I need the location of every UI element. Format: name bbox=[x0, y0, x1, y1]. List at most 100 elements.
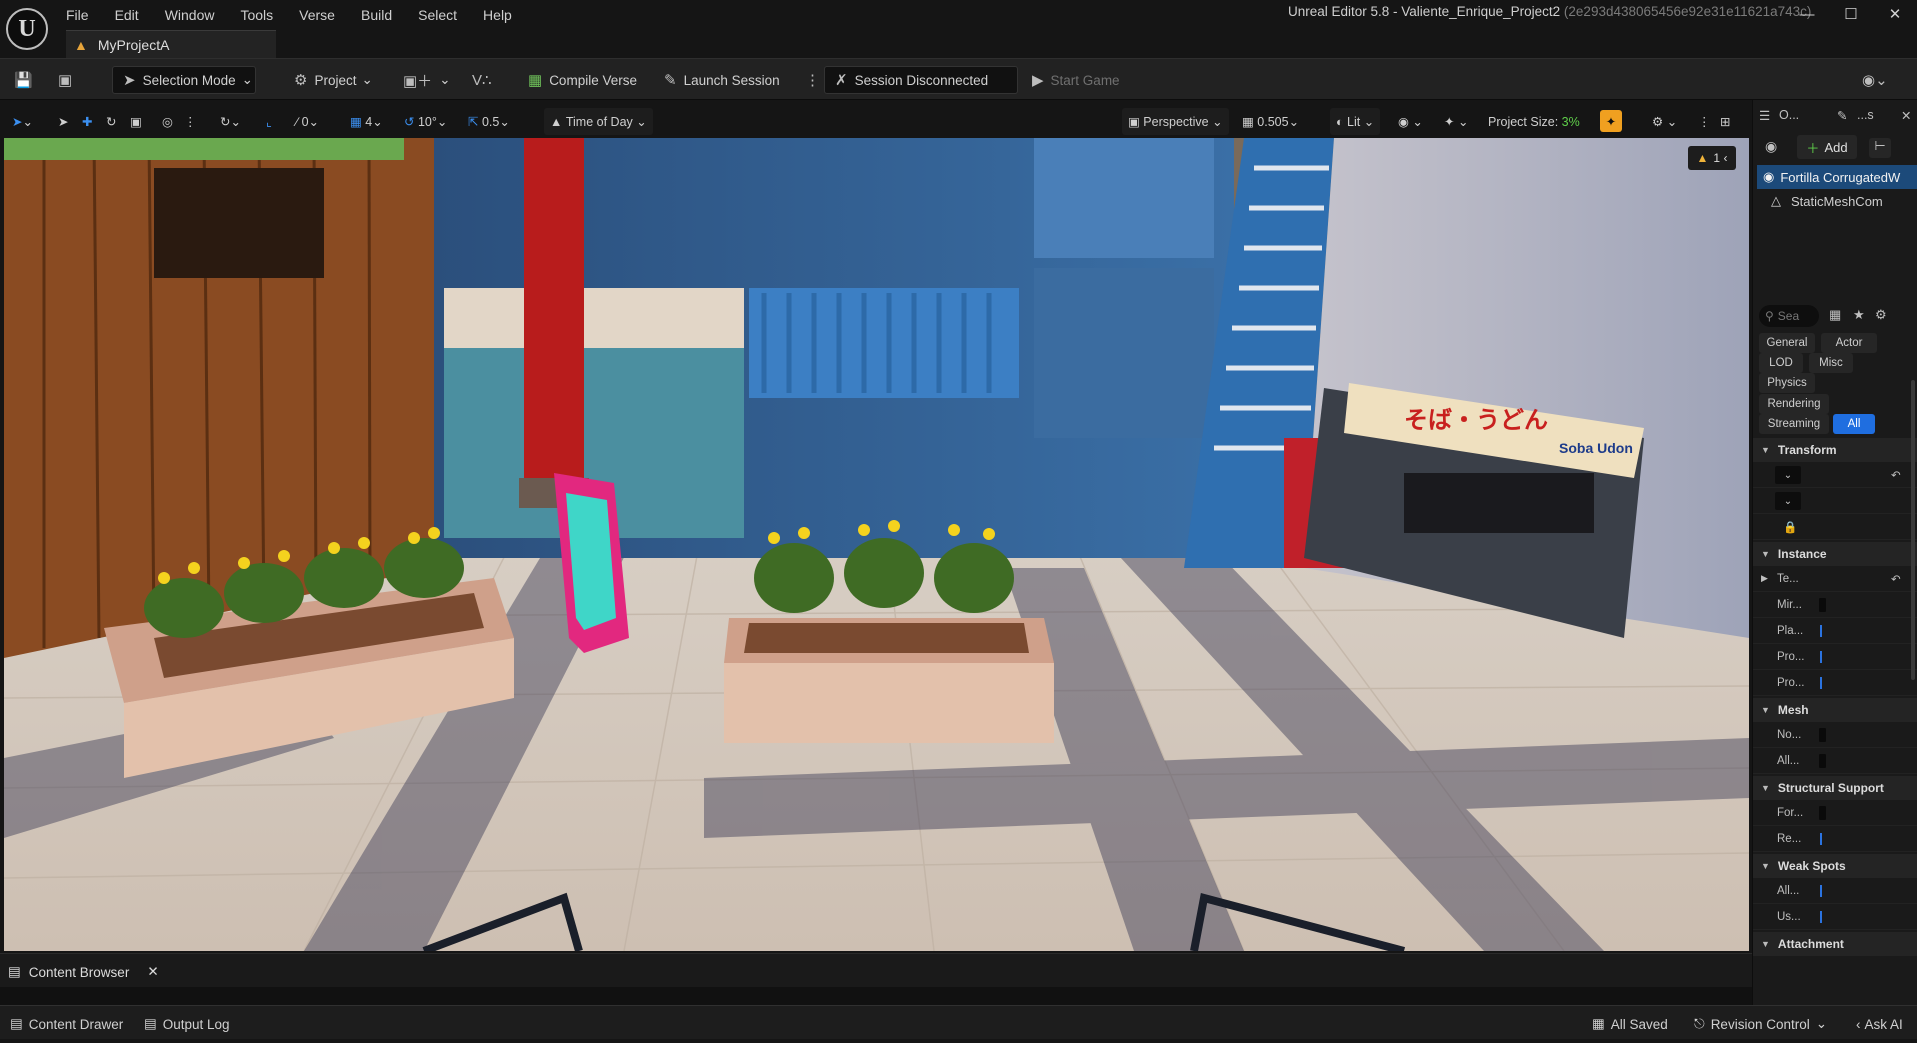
tree-item-component[interactable]: △ StaticMeshCom bbox=[1757, 190, 1917, 212]
multiplayer-icon[interactable]: ◉⌄ bbox=[1862, 66, 1895, 94]
filter-lod[interactable]: LOD bbox=[1759, 353, 1803, 373]
menu-build[interactable]: Build bbox=[361, 7, 392, 23]
details-search-input[interactable]: ⚲ Sea bbox=[1759, 305, 1819, 327]
level-viewport[interactable]: そば・うどん Soba Udon bbox=[4, 138, 1749, 951]
close-tab-icon[interactable]: ✕ bbox=[147, 964, 158, 980]
tree-item-actor[interactable]: ◉ Fortilla CorrugatedW bbox=[1757, 165, 1917, 189]
rotate-tool-icon[interactable]: ↻ bbox=[106, 108, 116, 135]
snap-icon[interactable]: ⌞ bbox=[266, 108, 272, 135]
rotation-dropdown[interactable]: ⌄ bbox=[1775, 492, 1801, 510]
close-panel-icon[interactable]: ✕ bbox=[1901, 108, 1911, 123]
unreal-logo-icon[interactable]: U bbox=[6, 8, 48, 50]
close-icon[interactable]: ✕ bbox=[1873, 5, 1917, 23]
reset-icon[interactable]: ↶ bbox=[1891, 572, 1901, 586]
surface-snap-dropdown[interactable]: ↻⌄ bbox=[220, 108, 241, 135]
menu-file[interactable]: File bbox=[66, 7, 89, 23]
filter-rendering[interactable]: Rendering bbox=[1759, 394, 1829, 414]
structural-prop-1[interactable]: Re... bbox=[1753, 826, 1917, 852]
view-mode-dropdown[interactable]: ◐ Lit ⌄ bbox=[1330, 108, 1381, 135]
launch-session-button[interactable]: ✎ Launch Session bbox=[664, 66, 780, 94]
snap-scale-dropdown[interactable]: ⇱ 0.5 ⌄ bbox=[468, 108, 510, 135]
filter-misc[interactable]: Misc bbox=[1809, 353, 1853, 373]
structural-prop-0[interactable]: For... bbox=[1753, 800, 1917, 826]
mesh-prop-0[interactable]: No... bbox=[1753, 722, 1917, 748]
mesh-prop-1[interactable]: All... bbox=[1753, 748, 1917, 774]
menu-help[interactable]: Help bbox=[483, 7, 512, 23]
perspective-dropdown[interactable]: ▣ Perspective ⌄ bbox=[1122, 108, 1229, 135]
viewport-layout-icon[interactable]: ⊞ bbox=[1720, 108, 1730, 135]
section-mesh[interactable]: ▼ Mesh bbox=[1753, 698, 1917, 722]
vp-more-icon[interactable]: ⋮ bbox=[184, 108, 197, 135]
snap-grid-dropdown[interactable]: ▦ 4 ⌄ bbox=[350, 108, 383, 135]
show-flags-dropdown[interactable]: ◉ ⌄ bbox=[1398, 108, 1423, 135]
viewport-settings-dropdown[interactable]: ⚙ ⌄ bbox=[1652, 108, 1677, 135]
source-control-icon[interactable]: ▣ bbox=[58, 66, 79, 94]
menu-window[interactable]: Window bbox=[165, 7, 215, 23]
reset-icon[interactable]: ↶ bbox=[1891, 468, 1901, 482]
section-transform[interactable]: ▼ Transform bbox=[1753, 438, 1917, 462]
move-tool-icon[interactable]: ✚ bbox=[82, 108, 92, 135]
menu-edit[interactable]: Edit bbox=[115, 7, 139, 23]
instance-prop-2[interactable]: Pla... bbox=[1753, 618, 1917, 644]
save-icon[interactable]: 💾 bbox=[14, 66, 40, 94]
selection-mode-dropdown[interactable]: ➤ Selection Mode ⌄ bbox=[112, 66, 256, 94]
filter-streaming[interactable]: Streaming bbox=[1759, 414, 1829, 434]
section-instance[interactable]: ▼ Instance bbox=[1753, 542, 1917, 566]
grid-view-icon[interactable]: ▦ bbox=[1829, 307, 1841, 323]
content-drawer-button[interactable]: ▤ Content Drawer bbox=[10, 1014, 123, 1034]
filter-physics[interactable]: Physics bbox=[1759, 373, 1815, 393]
realtime-icon[interactable]: ✦ bbox=[1600, 110, 1622, 132]
details-scrollbar[interactable] bbox=[1911, 380, 1915, 680]
project-dropdown[interactable]: ⚙ Project ⌄ bbox=[294, 66, 373, 94]
all-saved-indicator[interactable]: ▦ All Saved bbox=[1592, 1014, 1668, 1034]
filter-actor[interactable]: Actor bbox=[1821, 333, 1877, 353]
world-local-icon[interactable]: ◎ bbox=[162, 108, 173, 135]
menu-select[interactable]: Select bbox=[418, 7, 457, 23]
menu-verse[interactable]: Verse bbox=[299, 7, 335, 23]
compile-verse-button[interactable]: ▦ Compile Verse bbox=[528, 66, 637, 94]
section-weak-spots[interactable]: ▼ Weak Spots bbox=[1753, 854, 1917, 878]
session-status-badge[interactable]: ✗ Session Disconnected bbox=[824, 66, 1018, 94]
performance-dropdown[interactable]: ✦ ⌄ bbox=[1444, 108, 1468, 135]
section-structural-support[interactable]: ▼ Structural Support bbox=[1753, 776, 1917, 800]
verse-icon[interactable]: V∴ bbox=[472, 66, 499, 94]
instance-prop-0[interactable]: ▶ Te... ↶ bbox=[1753, 566, 1917, 592]
add-component-button[interactable]: ＋ Add bbox=[1797, 135, 1857, 159]
content-browser-tab[interactable]: ▤ Content Browser ✕ bbox=[8, 959, 159, 985]
lock-icon[interactable]: 🔒 bbox=[1783, 520, 1797, 534]
weak-spot-prop-0[interactable]: All... bbox=[1753, 878, 1917, 904]
output-log-button[interactable]: ▤ Output Log bbox=[144, 1014, 230, 1034]
viewport-warning-badge[interactable]: ▲ 1 ‹ bbox=[1688, 146, 1736, 170]
viewport-more-icon[interactable]: ⋮ bbox=[1698, 108, 1711, 135]
tab-outliner[interactable]: O... bbox=[1779, 108, 1799, 122]
add-content-dropdown[interactable]: ▣＋ ⌄ bbox=[403, 66, 451, 94]
ask-ai-button[interactable]: ‹ Ask AI bbox=[1856, 1014, 1903, 1034]
instance-prop-4[interactable]: Pro... bbox=[1753, 670, 1917, 696]
select-tool-icon[interactable]: ➤ bbox=[58, 108, 68, 135]
blueprint-icon[interactable]: ⊢ bbox=[1869, 138, 1891, 158]
instance-prop-3[interactable]: Pro... bbox=[1753, 644, 1917, 670]
time-of-day-dropdown[interactable]: ▲ Time of Day ⌄ bbox=[544, 108, 653, 135]
vp-select-dropdown[interactable]: ➤ ⌄ bbox=[12, 108, 33, 135]
revision-control-dropdown[interactable]: ⎋ Revision Control ⌄ bbox=[1694, 1014, 1827, 1034]
filter-general[interactable]: General bbox=[1759, 333, 1815, 353]
tab-details[interactable]: ...s bbox=[1857, 108, 1874, 122]
search-icon: ⚲ bbox=[1765, 309, 1774, 323]
star-icon[interactable]: ★ bbox=[1853, 307, 1865, 323]
instance-prop-1[interactable]: Mir... bbox=[1753, 592, 1917, 618]
menu-tools[interactable]: Tools bbox=[240, 7, 273, 23]
filter-all[interactable]: All bbox=[1833, 414, 1875, 434]
snap-rotate-dropdown[interactable]: ↺ 10° ⌄ bbox=[404, 108, 447, 135]
scale-tool-icon[interactable]: ▣ bbox=[130, 108, 142, 135]
content-browser-toolbar-strip bbox=[0, 987, 1752, 1005]
minimize-icon[interactable]: — bbox=[1785, 6, 1829, 23]
snap-translate-dropdown[interactable]: ∕ 0 ⌄ bbox=[296, 108, 319, 135]
settings-gear-icon[interactable]: ⚙ bbox=[1875, 307, 1887, 323]
maximize-icon[interactable]: ☐ bbox=[1829, 5, 1873, 23]
location-dropdown[interactable]: ⌄ bbox=[1775, 466, 1801, 484]
weak-spot-prop-1[interactable]: Us... bbox=[1753, 904, 1917, 930]
section-attachment[interactable]: ▼ Attachment bbox=[1753, 932, 1917, 956]
camera-speed-dropdown[interactable]: ▦ 0.505 ⌄ bbox=[1242, 108, 1299, 135]
start-game-button[interactable]: ▶ Start Game bbox=[1032, 66, 1120, 94]
project-tab[interactable]: ▲ MyProjectA bbox=[66, 30, 276, 58]
